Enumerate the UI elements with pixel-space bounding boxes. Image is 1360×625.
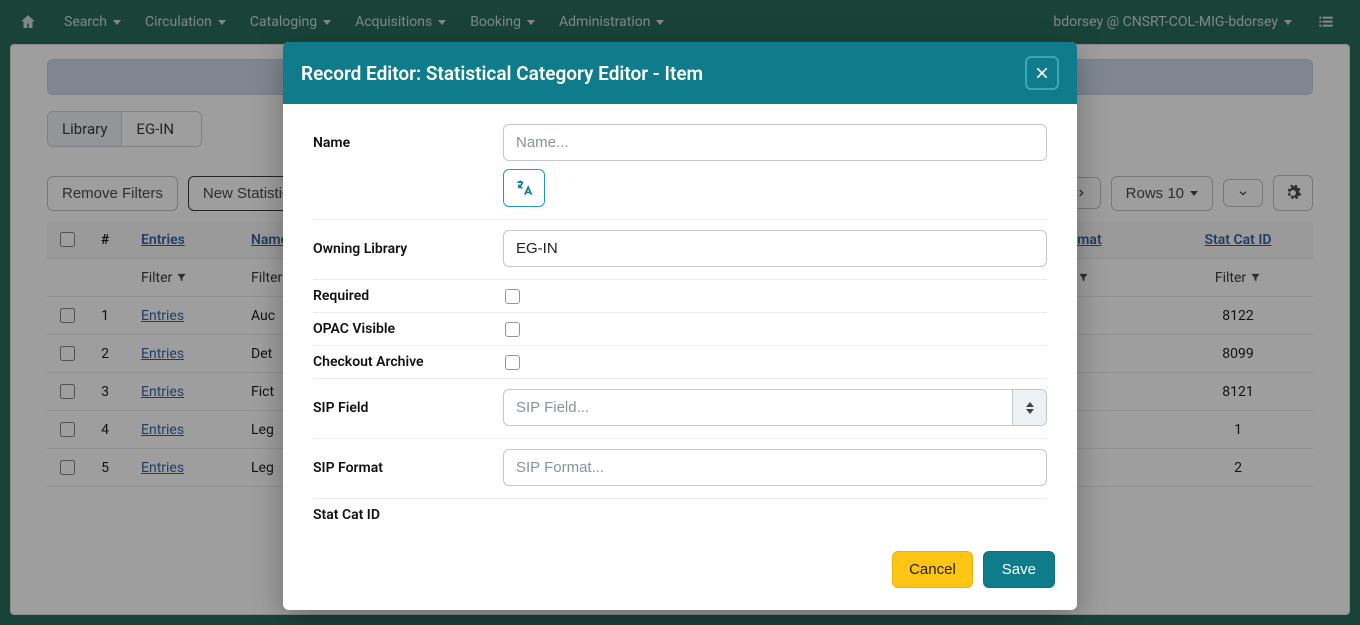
field-sipfield-label: SIP Field [313,400,503,416]
modal-overlay: Record Editor: Statistical Category Edit… [0,0,1360,625]
field-id-label: Stat Cat ID [313,507,503,523]
modal-footer: Cancel Save [283,537,1077,610]
sip-field-select[interactable] [503,389,1047,426]
field-checkout-label: Checkout Archive [313,354,503,370]
chevron-up-icon [1026,402,1034,407]
field-name-label: Name [313,135,503,151]
checkout-archive-checkbox[interactable] [505,355,520,370]
field-opac-label: OPAC Visible [313,321,503,337]
modal-header: Record Editor: Statistical Category Edit… [283,42,1077,104]
field-owning-label: Owning Library [313,241,503,257]
sip-field-stepper[interactable] [1012,390,1046,425]
save-button[interactable]: Save [983,551,1055,588]
opac-visible-checkbox[interactable] [505,322,520,337]
close-icon [1034,65,1050,81]
close-button[interactable] [1025,56,1059,90]
field-sipformat-label: SIP Format [313,460,503,476]
cancel-button[interactable]: Cancel [892,551,973,588]
owning-library-input[interactable] [503,230,1047,267]
name-input[interactable] [503,124,1047,161]
sip-format-input[interactable] [503,449,1047,486]
translate-icon [514,178,534,198]
field-required-label: Required [313,288,503,304]
chevron-down-icon [1026,409,1034,414]
record-editor-modal: Record Editor: Statistical Category Edit… [283,42,1077,610]
translate-button[interactable] [503,169,545,207]
required-checkbox[interactable] [505,289,520,304]
modal-title: Record Editor: Statistical Category Edit… [301,62,1025,85]
modal-body: Name Owning Library [283,104,1077,537]
